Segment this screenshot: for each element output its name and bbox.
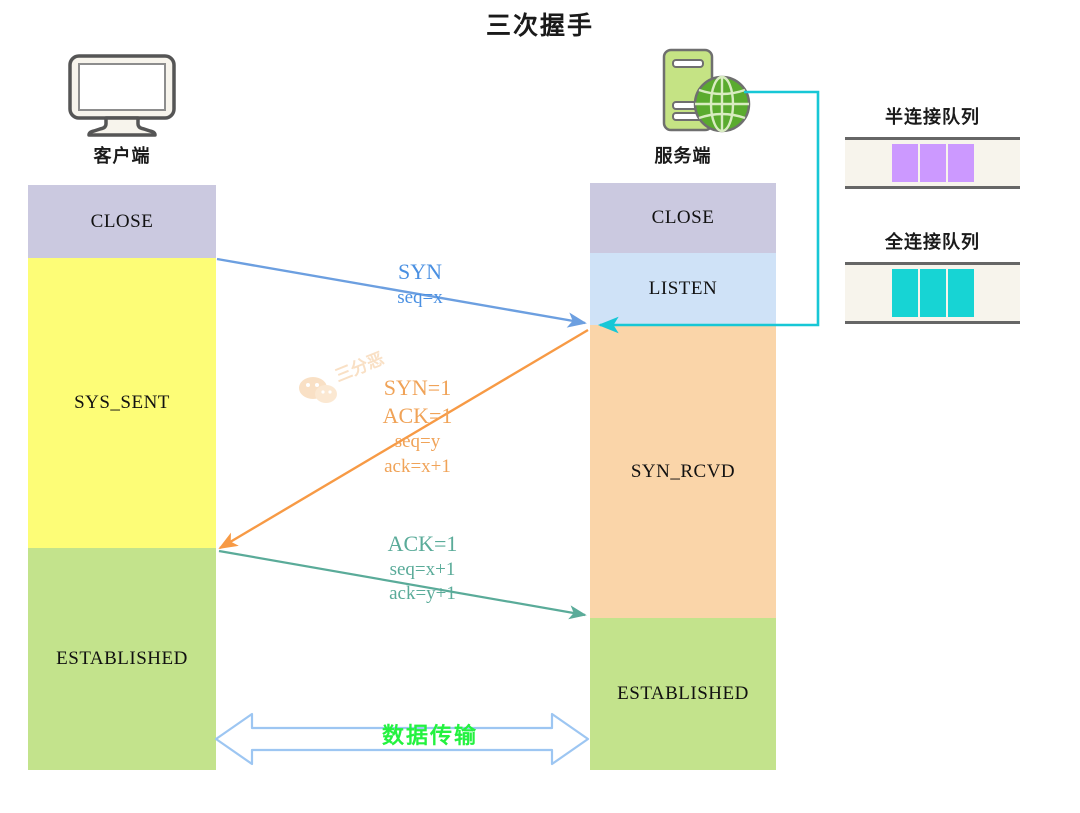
accept-queue-box (845, 262, 1020, 324)
msg-syn-line-1: SYN (397, 259, 442, 284)
syn-queue-cell (947, 144, 974, 182)
message-label-ack: ACK=1 seq=x+1 ack=y+1 (330, 530, 515, 607)
msg-ack-line-1: ACK=1 (387, 531, 458, 556)
msg-ack-line-2: seq=x+1 (389, 559, 456, 581)
syn-queue-cell (919, 144, 946, 182)
wechat-icon (299, 377, 337, 403)
accept-queue-cell (919, 269, 946, 317)
watermark: 三分恶 (296, 349, 406, 408)
data-transfer-label: 数据传输 (381, 723, 478, 749)
accept-queue-cell (947, 269, 974, 317)
msg-synack-line-3: seq=y (394, 431, 441, 453)
msg-syn-line-2: seq=x (397, 287, 443, 309)
syn-queue-box (845, 137, 1020, 189)
msg-ack-line-3: ack=y+1 (389, 583, 456, 605)
arrow-accept-queue-link (597, 90, 820, 334)
syn-queue-cell (891, 144, 918, 182)
syn-queue-title: 半连接队列 (885, 107, 980, 128)
diagram-canvas: 三次握手 客户端 服务端 CLOSE SYS_SENT ESTABLISHED … (0, 0, 1080, 813)
accept-queue-title: 全连接队列 (885, 232, 980, 253)
accept-queue-cell (891, 269, 918, 317)
message-label-syn: SYN seq=x (330, 258, 510, 310)
msg-synack-line-4: ack=x+1 (384, 455, 451, 477)
